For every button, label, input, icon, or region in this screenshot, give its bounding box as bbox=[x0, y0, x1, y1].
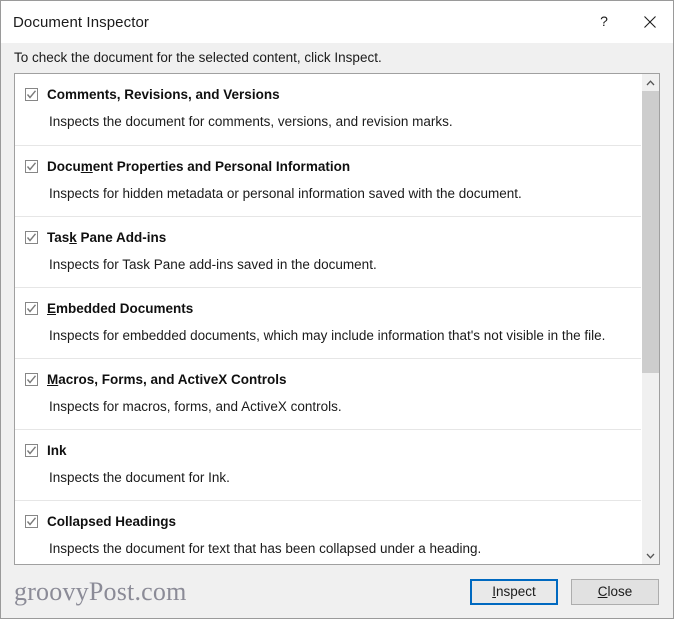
list-item-description: Inspects for embedded documents, which m… bbox=[49, 328, 606, 343]
list-item-description: Inspects for hidden metadata or personal… bbox=[49, 186, 522, 201]
checkmark-icon bbox=[26, 90, 37, 99]
list-item-description: Inspects the document for comments, vers… bbox=[49, 114, 453, 129]
inspect-button[interactable]: Inspect bbox=[470, 578, 558, 605]
title-bar-buttons: ? bbox=[581, 1, 673, 43]
list-item-title: Embedded Documents bbox=[47, 301, 194, 316]
watermark: groovyPost.com bbox=[14, 576, 187, 606]
close-button[interactable] bbox=[627, 1, 673, 43]
instruction-text: To check the document for the selected c… bbox=[1, 43, 673, 72]
title-bar: Document Inspector ? bbox=[1, 1, 673, 43]
item-checkbox[interactable] bbox=[25, 444, 38, 457]
item-checkbox[interactable] bbox=[25, 373, 38, 386]
list-item[interactable]: Macros, Forms, and ActiveX Controls Insp… bbox=[15, 358, 641, 429]
item-checkbox[interactable] bbox=[25, 515, 38, 528]
document-inspector-dialog: Document Inspector ? To check the docume… bbox=[0, 0, 674, 619]
help-button[interactable]: ? bbox=[581, 1, 627, 43]
window-title: Document Inspector bbox=[13, 13, 150, 31]
list-item-header: Collapsed Headings bbox=[15, 513, 641, 530]
list-item-header: Comments, Revisions, and Versions bbox=[15, 86, 641, 103]
item-checkbox[interactable] bbox=[25, 88, 38, 101]
list-item-header: Ink bbox=[15, 442, 641, 459]
question-mark-icon: ? bbox=[600, 14, 608, 29]
checkmark-icon bbox=[26, 375, 37, 384]
list-item-description: Inspects the document for Ink. bbox=[49, 470, 230, 485]
item-checkbox[interactable] bbox=[25, 302, 38, 315]
list-item-header: Macros, Forms, and ActiveX Controls bbox=[15, 371, 641, 388]
chevron-up-icon bbox=[646, 79, 655, 85]
list-item-title: Ink bbox=[47, 443, 67, 458]
item-checkbox[interactable] bbox=[25, 231, 38, 244]
list-item-header: Embedded Documents bbox=[15, 300, 641, 317]
close-x-icon bbox=[644, 16, 656, 28]
scroll-up-button[interactable] bbox=[642, 74, 659, 91]
checkmark-icon bbox=[26, 517, 37, 526]
checkmark-icon bbox=[26, 446, 37, 455]
chevron-down-icon bbox=[646, 553, 655, 559]
list-item-header: Task Pane Add-ins bbox=[15, 229, 641, 246]
scroll-down-button[interactable] bbox=[642, 547, 659, 564]
checkmark-icon bbox=[26, 162, 37, 171]
dialog-footer: groovyPost.com Inspect Close bbox=[1, 565, 673, 618]
list-item-title: Document Properties and Personal Informa… bbox=[47, 159, 351, 174]
list-item-header: Document Properties and Personal Informa… bbox=[15, 158, 641, 175]
inspector-list-items: Comments, Revisions, and Versions Inspec… bbox=[15, 74, 641, 564]
close-dialog-button[interactable]: Close bbox=[571, 578, 659, 605]
list-item-description: Inspects for Task Pane add-ins saved in … bbox=[49, 257, 377, 272]
list-item[interactable]: Collapsed Headings Inspects the document… bbox=[15, 500, 641, 564]
list-item-description: Inspects the document for text that has … bbox=[49, 541, 482, 556]
checkmark-icon bbox=[26, 233, 37, 242]
list-item-title: Macros, Forms, and ActiveX Controls bbox=[47, 372, 287, 387]
list-item-title: Comments, Revisions, and Versions bbox=[47, 87, 280, 102]
svg-text:?: ? bbox=[600, 14, 608, 29]
list-item[interactable]: Document Properties and Personal Informa… bbox=[15, 145, 641, 216]
list-item-description: Inspects for macros, forms, and ActiveX … bbox=[49, 399, 342, 414]
list-item[interactable]: Comments, Revisions, and Versions Inspec… bbox=[15, 74, 641, 145]
list-item-title: Task Pane Add-ins bbox=[47, 230, 167, 245]
checkmark-icon bbox=[26, 304, 37, 313]
footer-buttons: Inspect Close bbox=[470, 578, 659, 605]
list-scrollbar[interactable] bbox=[641, 74, 659, 564]
scrollbar-track[interactable] bbox=[642, 91, 659, 547]
inspector-list: Comments, Revisions, and Versions Inspec… bbox=[14, 73, 660, 565]
item-checkbox[interactable] bbox=[25, 160, 38, 173]
list-item[interactable]: Ink Inspects the document for Ink. bbox=[15, 429, 641, 500]
scrollbar-thumb[interactable] bbox=[642, 91, 659, 373]
list-item[interactable]: Embedded Documents Inspects for embedded… bbox=[15, 287, 641, 358]
list-item-title: Collapsed Headings bbox=[47, 514, 177, 529]
list-item[interactable]: Task Pane Add-ins Inspects for Task Pane… bbox=[15, 216, 641, 287]
